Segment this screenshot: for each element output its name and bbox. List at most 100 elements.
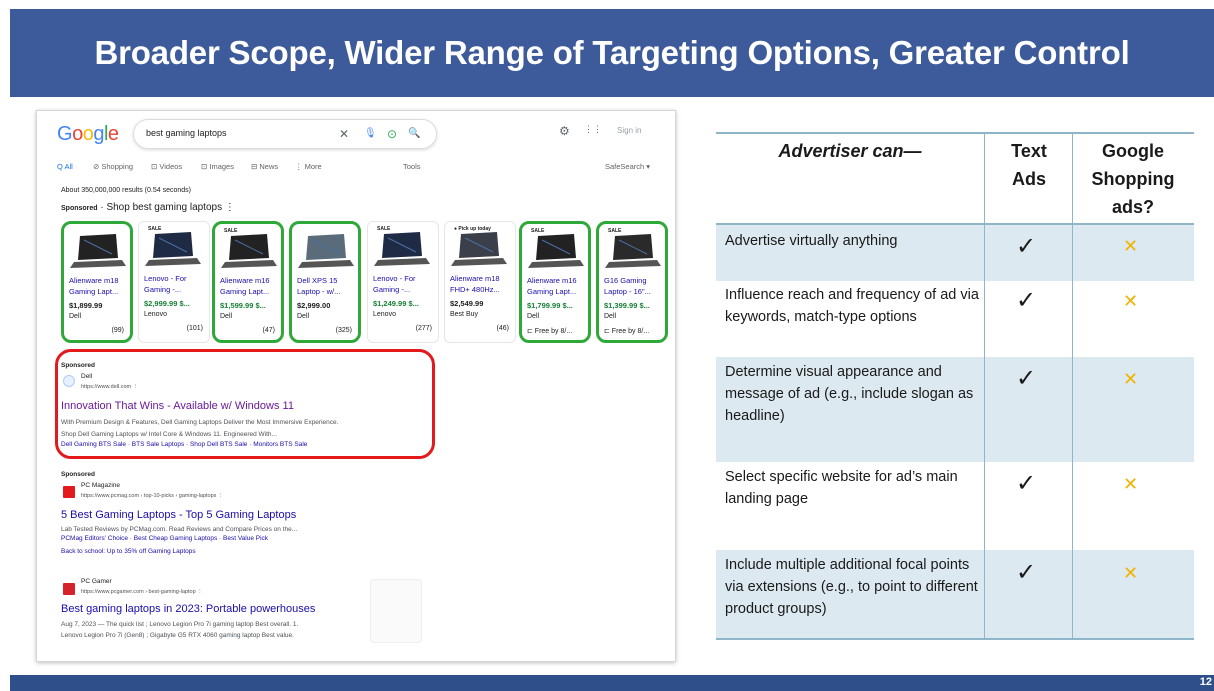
lens-icon[interactable]: ⊙	[387, 126, 397, 142]
slide-title: Broader Scope, Wider Range of Targeting …	[94, 34, 1130, 71]
laptop-image	[374, 232, 430, 266]
result-stats: About 350,000,000 results (0.54 seconds)	[61, 187, 191, 194]
product-name[interactable]: G16 Gaming Laptop - 16"...	[604, 275, 666, 297]
laptop-image	[528, 234, 584, 268]
google-logo-letter: e	[107, 123, 119, 145]
pcgamer-desc-1: Aug 7, 2023 — The quick list ; Lenovo Le…	[61, 621, 299, 628]
settings-icon[interactable]: ⚙	[559, 124, 570, 138]
apps-icon[interactable]: ⋮⋮	[584, 124, 602, 135]
tab-more[interactable]: ⋮ More	[295, 162, 322, 171]
product-card[interactable]: Alienware m18 Gaming Lapt... $1,899.99 Del…	[61, 221, 133, 343]
google-logo-letter: o	[72, 123, 83, 145]
microphone-icon[interactable]: 🎙	[364, 126, 377, 142]
search-input[interactable]: best gaming laptops ✕ 🎙 ⊙ 🔍	[133, 119, 437, 149]
header-shopping-ads: Google Shopping ads?	[1091, 141, 1175, 217]
pcmag-ad-desc: Lab Tested Reviews by PCMag.com. Read Re…	[61, 526, 298, 533]
product-price: $1,799.99 $...	[527, 301, 573, 310]
product-name[interactable]: Alienware m18 FHD+ 480Hz...	[450, 273, 512, 295]
search-icon[interactable]: 🔍	[408, 126, 420, 142]
dell-ad-desc-2: Shop Dell Gaming Laptops w/ Intel Core &…	[61, 431, 277, 438]
pcmag-ad-url: https://www.pcmag.com › top-10-picks › g…	[81, 493, 224, 499]
table-top-border	[716, 132, 1194, 134]
product-card[interactable]: SALE Alienware m16 Gaming Lapt... $1,799.9…	[519, 221, 591, 343]
sale-badge: SALE	[530, 228, 546, 234]
product-price: $1,899.99	[69, 301, 103, 310]
row-3-cross-icon: ✕	[1123, 369, 1139, 390]
laptop-image	[221, 234, 277, 268]
product-price: $1,599.99 $...	[220, 301, 266, 310]
comparison-table: Advertiser can— Text Ads Google Shopping…	[716, 132, 1194, 640]
product-name[interactable]: Dell XPS 15 Laptop - w/...	[297, 275, 359, 297]
row-3-text: Determine visual appearance and message …	[725, 364, 974, 424]
shopping-heading: Sponsored · Shop best gaming laptops ⋮	[61, 202, 235, 213]
product-price: $2,549.99	[450, 299, 484, 308]
dell-ad-url: https://www.dell.com ⋮	[81, 384, 139, 390]
dell-ad-title[interactable]: Innovation That Wins - Available w/ Wind…	[61, 400, 294, 412]
product-name[interactable]: Lenovo - For Gaming -...	[373, 273, 435, 295]
product-name[interactable]: Alienware m16 Gaming Lapt...	[220, 275, 282, 297]
pcmag-ad-promo[interactable]: Back to school: Up to 35% off Gaming Lap…	[61, 546, 196, 557]
row-1-cross-icon: ✕	[1123, 236, 1139, 257]
tab-shopping[interactable]: ⊘ Shopping	[93, 162, 133, 171]
product-card[interactable]: SALE Lenovo - For Gaming -... $2,999.99 $.…	[138, 221, 210, 343]
tab-videos[interactable]: ⊡ Videos	[151, 162, 182, 171]
pcmag-ad-site: PC Magazine	[81, 482, 121, 489]
product-reviews: (101)	[186, 325, 203, 332]
google-logo[interactable]: Google	[57, 123, 119, 146]
search-query: best gaming laptops	[146, 128, 227, 138]
row-5-text: Include multiple additional focal points…	[725, 557, 978, 617]
pcgamer-site: PC Gamer	[81, 578, 112, 585]
row-4-cross-icon: ✕	[1123, 474, 1139, 495]
product-card[interactable]: Dell XPS 15 Laptop - w/... $2,999.00 Dell (…	[289, 221, 361, 343]
google-search-screenshot: Google best gaming laptops ✕ 🎙 ⊙ 🔍 ⚙ ⋮ ⋮ …	[36, 110, 676, 662]
pcgamer-desc-2: Lenovo Legion Pro 7i (Gen8) ; Gigabyte G…	[61, 632, 294, 639]
clear-icon[interactable]: ✕	[339, 126, 349, 142]
product-card[interactable]: ● Pick up today Alienware m18 FHD+ 480Hz.…	[444, 221, 516, 343]
dell-favicon-icon	[63, 375, 75, 387]
header-text-ads: Text Ads	[1011, 141, 1047, 189]
product-card[interactable]: SALE Lenovo - For Gaming -... $1,249.99 $.…	[367, 221, 439, 343]
product-price: $2,999.00	[297, 301, 331, 310]
row-1-check-icon: ✓	[1016, 232, 1037, 260]
product-reviews: (99)	[111, 327, 124, 334]
product-store: Dell	[527, 313, 540, 320]
search-tabs: Q All ⊘ Shopping ⊡ Videos ⊡ Images ⊟ New…	[57, 162, 657, 176]
pcgamer-favicon-icon	[63, 583, 75, 595]
tab-all[interactable]: Q All	[57, 162, 73, 171]
tools-button[interactable]: Tools	[403, 162, 421, 171]
row-1-text: Advertise virtually anything	[725, 233, 898, 249]
product-reviews: (277)	[415, 325, 432, 332]
product-store: Lenovo	[144, 311, 167, 318]
google-logo-letter: G	[57, 123, 73, 145]
pcgamer-url: https://www.pcgamer.com › best-gaming-la…	[81, 589, 203, 595]
pcmag-favicon-icon	[63, 486, 75, 498]
laptop-image	[145, 232, 201, 266]
product-shipping: ⊏ Free by 8/...	[604, 328, 650, 335]
product-card[interactable]: SALE G16 Gaming Laptop - 16"... $1,399.99 …	[596, 221, 668, 343]
pcgamer-title[interactable]: Best gaming laptops in 2023: Portable po…	[61, 603, 315, 615]
sign-in-button[interactable]: Sign in	[617, 126, 641, 135]
product-store: Dell	[69, 313, 82, 320]
row-2-cross-icon: ✕	[1123, 291, 1139, 312]
more-options-icon[interactable]: ⋮	[225, 202, 235, 213]
pcgamer-thumbnail	[370, 579, 422, 643]
google-logo-letter: o	[82, 123, 94, 145]
product-name[interactable]: Alienware m16 Gaming Lapt...	[527, 275, 589, 297]
shop-heading-text: Shop best gaming laptops	[106, 202, 223, 213]
dell-ad-site: Dell	[81, 373, 93, 380]
product-reviews: (46)	[496, 325, 509, 332]
tab-news[interactable]: ⊟ News	[251, 162, 278, 171]
pcmag-ad-sitelinks[interactable]: PCMag Editors' Choice · Best Cheap Gamin…	[61, 535, 268, 542]
row-4-text: Select specific website for ad’s main la…	[725, 469, 958, 507]
product-name[interactable]: Alienware m18 Gaming Lapt...	[69, 275, 131, 297]
page-number: 12	[1199, 676, 1212, 688]
sale-badge: SALE	[147, 226, 163, 232]
pcmag-ad-title[interactable]: 5 Best Gaming Laptops - Top 5 Gaming Lap…	[61, 509, 296, 521]
dell-ad-sitelinks[interactable]: Dell Gaming BTS Sale · BTS Sale Laptops …	[61, 441, 307, 448]
safesearch-button[interactable]: SafeSearch ▾	[605, 162, 650, 171]
tab-images[interactable]: ⊡ Images	[201, 162, 234, 171]
product-card[interactable]: SALE Alienware m16 Gaming Lapt... $1,599.9…	[212, 221, 284, 343]
row-2-text: Influence reach and frequency of ad via …	[725, 287, 979, 325]
dell-ad-desc-1: With Premium Design & Features, Dell Gam…	[61, 419, 339, 426]
product-name[interactable]: Lenovo - For Gaming -...	[144, 273, 206, 295]
